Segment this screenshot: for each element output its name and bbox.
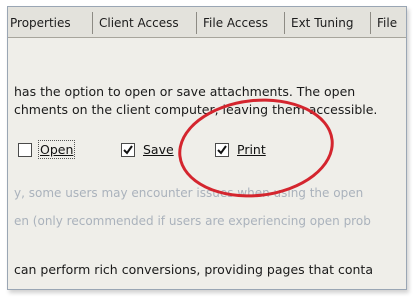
tab-file-access[interactable]: File Access xyxy=(196,12,268,34)
description-line-1: has the option to open or save attachmen… xyxy=(14,84,356,99)
faded-text-line-2: en (only recommended if users are experi… xyxy=(14,214,371,228)
save-label[interactable]: Save xyxy=(143,142,174,157)
tab-file[interactable]: File xyxy=(370,12,397,34)
tab-client-access[interactable]: Client Access xyxy=(92,12,179,34)
checkmark-icon xyxy=(123,145,133,155)
tab-ext-tuning[interactable]: Ext Tuning xyxy=(284,12,353,34)
faded-text-line-1: y, some users may encounter issues when … xyxy=(14,186,364,200)
tab-properties[interactable]: Properties xyxy=(8,12,71,34)
properties-dialog: Properties Client Access File Access Ext… xyxy=(7,6,407,290)
description-line-2: chments on the client computer, leaving … xyxy=(14,102,378,117)
open-checkbox[interactable] xyxy=(18,143,32,157)
open-label[interactable]: Open xyxy=(37,140,76,159)
tab-bar: Properties Client Access File Access Ext… xyxy=(8,7,406,38)
footer-text: can perform rich conversions, providing … xyxy=(14,262,373,277)
save-checkbox[interactable] xyxy=(121,143,135,157)
